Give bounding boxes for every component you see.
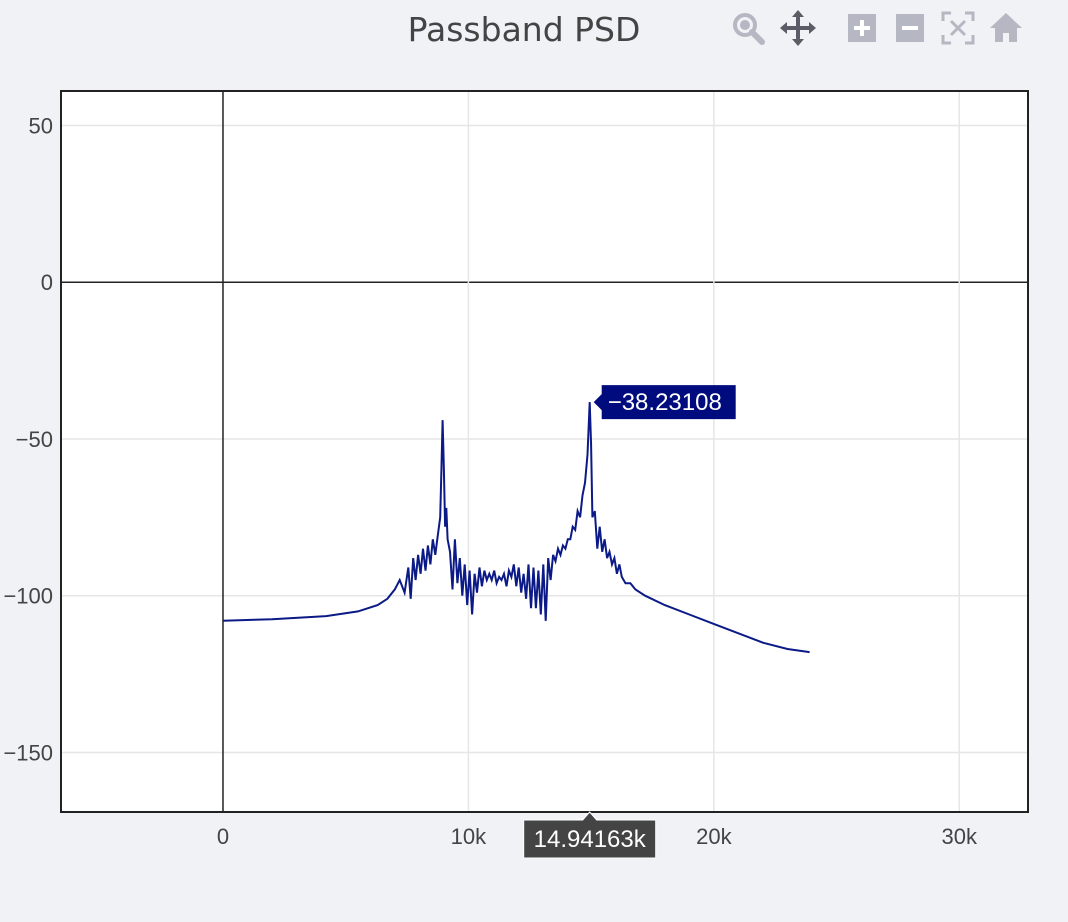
hover-x-value: 14.94163k xyxy=(534,826,647,853)
x-tick-label: 10k xyxy=(451,824,487,849)
x-tick-label: 20k xyxy=(696,824,732,849)
y-tick-label: −50 xyxy=(16,427,53,452)
x-tick-label: 30k xyxy=(942,824,978,849)
plot-area xyxy=(61,91,1028,812)
y-axis-ticks: 50 0 −50 −100 −150 xyxy=(3,113,53,765)
y-tick-label: 0 xyxy=(41,270,53,295)
hover-y-value: −38.23108 xyxy=(608,389,722,416)
psd-chart[interactable]: 50 0 −50 −100 −150 0 10k 20k 30k −38.23108 14.9… xyxy=(0,0,1068,922)
y-tick-label: 50 xyxy=(29,113,53,138)
y-tick-label: −100 xyxy=(3,584,53,609)
hover-y-label: −38.23108 xyxy=(593,385,736,420)
y-tick-label: −150 xyxy=(3,740,53,765)
hover-x-label: 14.94163k xyxy=(523,811,657,859)
x-tick-label: 0 xyxy=(217,824,229,849)
